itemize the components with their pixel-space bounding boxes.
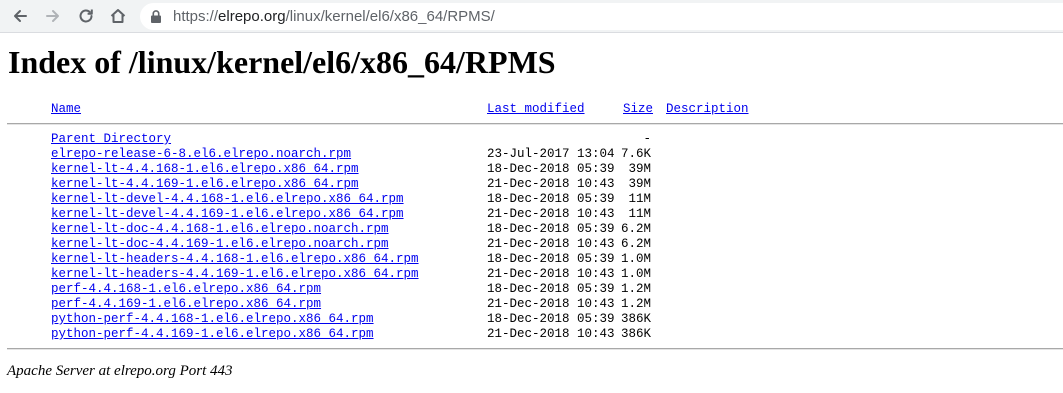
file-link[interactable]: perf-4.4.168-1.el6.elrepo.x86_64.rpm — [51, 282, 321, 296]
file-link[interactable]: python-perf-4.4.168-1.el6.elrepo.x86_64.… — [51, 312, 374, 326]
file-link[interactable]: kernel-lt-headers-4.4.169-1.el6.elrepo.x… — [51, 267, 419, 281]
file-size: 39M — [628, 162, 651, 176]
file-last-modified: 18-Dec-2018 05:39 — [487, 222, 615, 236]
file-link[interactable]: kernel-lt-doc-4.4.169-1.el6.elrepo.noarc… — [51, 237, 389, 251]
url-protocol: https:// — [173, 8, 219, 25]
sort-by-description-link[interactable]: Description — [666, 102, 749, 116]
file-size: 386K — [620, 327, 651, 341]
file-link[interactable]: kernel-lt-4.4.168-1.el6.elrepo.x86_64.rp… — [51, 162, 359, 176]
file-size: 11M — [628, 207, 651, 221]
url-host: elrepo.org — [218, 8, 286, 25]
file-size: 11M — [628, 192, 651, 206]
back-button[interactable] — [8, 4, 32, 28]
lock-icon — [151, 10, 161, 23]
file-size: 7.6K — [620, 147, 651, 161]
file-link[interactable]: kernel-lt-devel-4.4.169-1.el6.elrepo.x86… — [51, 207, 404, 221]
sort-by-name-link[interactable]: Name — [51, 102, 81, 116]
file-last-modified: 18-Dec-2018 05:39 — [487, 192, 615, 206]
file-last-modified: 18-Dec-2018 05:39 — [487, 312, 615, 326]
sort-by-last-modified-link[interactable]: Last modified — [487, 102, 585, 116]
page-title: Index of /linux/kernel/el6/x86_64/RPMS — [8, 44, 556, 80]
address-bar[interactable]: https://elrepo.org/linux/kernel/el6/x86_… — [140, 3, 1063, 30]
file-last-modified: 23-Jul-2017 13:04 — [487, 147, 615, 161]
file-link[interactable]: kernel-lt-doc-4.4.168-1.el6.elrepo.noarc… — [51, 222, 389, 236]
file-link[interactable]: elrepo-release-6-8.el6.elrepo.noarch.rpm — [51, 147, 351, 161]
file-last-modified: 21-Dec-2018 10:43 — [487, 267, 615, 281]
url-text[interactable]: https://elrepo.org/linux/kernel/el6/x86_… — [173, 8, 495, 25]
forward-button[interactable] — [41, 4, 65, 28]
file-last-modified: 21-Dec-2018 10:43 — [487, 327, 615, 341]
server-signature: Apache Server at elrepo.org Port 443 — [7, 363, 233, 379]
file-size: 6.2M — [620, 222, 651, 236]
browser-toolbar: https://elrepo.org/linux/kernel/el6/x86_… — [0, 0, 1063, 33]
header-divider — [7, 123, 1063, 125]
parent-directory-size: - — [643, 132, 651, 146]
file-last-modified: 21-Dec-2018 10:43 — [487, 207, 615, 221]
parent-directory-link[interactable]: Parent Directory — [51, 132, 171, 146]
home-icon — [110, 9, 126, 23]
file-size: 1.0M — [620, 267, 651, 281]
file-size: 39M — [628, 177, 651, 191]
home-button[interactable] — [106, 4, 130, 28]
file-link[interactable]: kernel-lt-devel-4.4.168-1.el6.elrepo.x86… — [51, 192, 404, 206]
file-size: 386K — [620, 312, 651, 326]
url-path: /linux/kernel/el6/x86_64/RPMS/ — [285, 8, 495, 25]
file-last-modified: 21-Dec-2018 10:43 — [487, 297, 615, 311]
reload-icon — [79, 9, 93, 23]
file-last-modified: 18-Dec-2018 05:39 — [487, 282, 615, 296]
file-last-modified: 21-Dec-2018 10:43 — [487, 177, 615, 191]
file-link[interactable]: perf-4.4.169-1.el6.elrepo.x86_64.rpm — [51, 297, 321, 311]
sort-by-size-link[interactable]: Size — [623, 102, 653, 116]
file-size: 6.2M — [620, 237, 651, 251]
footer-divider — [7, 348, 1063, 350]
reload-button[interactable] — [74, 4, 98, 28]
arrow-right-icon — [46, 10, 59, 22]
file-link[interactable]: kernel-lt-headers-4.4.168-1.el6.elrepo.x… — [51, 252, 419, 266]
file-link[interactable]: kernel-lt-4.4.169-1.el6.elrepo.x86_64.rp… — [51, 177, 359, 191]
file-last-modified: 18-Dec-2018 05:39 — [487, 162, 615, 176]
file-last-modified: 18-Dec-2018 05:39 — [487, 252, 615, 266]
file-last-modified: 21-Dec-2018 10:43 — [487, 237, 615, 251]
arrow-left-icon — [14, 10, 27, 22]
file-size: 1.2M — [620, 297, 651, 311]
file-size: 1.0M — [620, 252, 651, 266]
file-link[interactable]: python-perf-4.4.169-1.el6.elrepo.x86_64.… — [51, 327, 374, 341]
file-size: 1.2M — [620, 282, 651, 296]
